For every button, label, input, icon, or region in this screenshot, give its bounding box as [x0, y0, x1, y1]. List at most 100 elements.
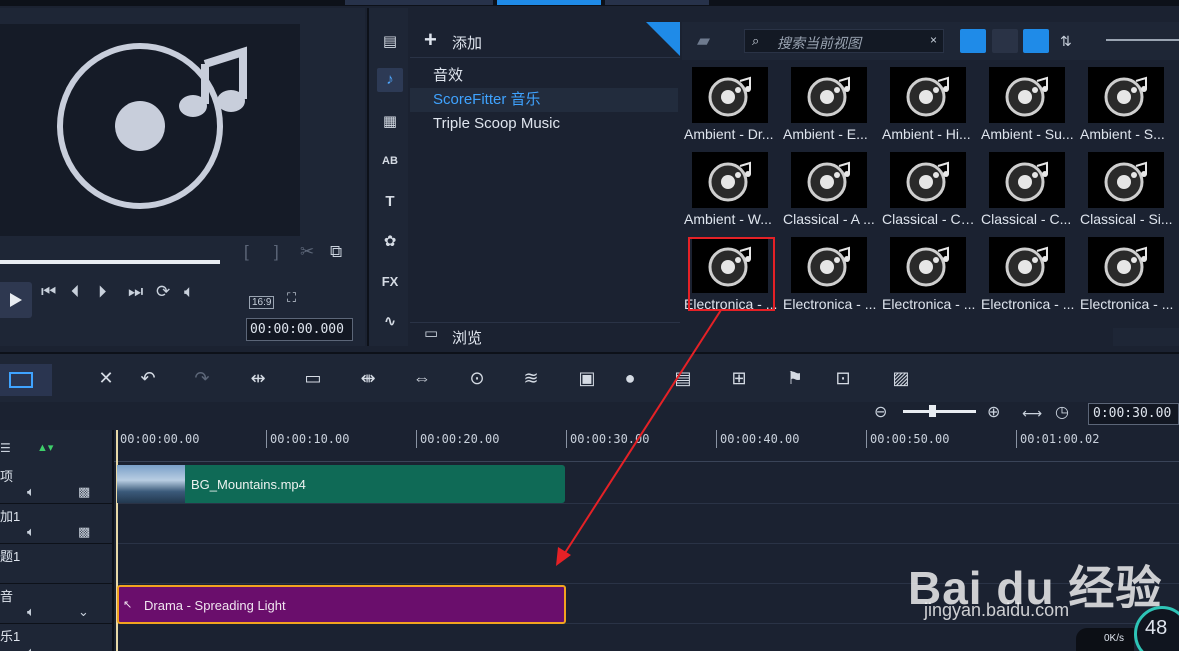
- track-volume-icon[interactable]: 🔈︎: [27, 642, 35, 651]
- library-tile[interactable]: Electronica - ...: [880, 230, 979, 315]
- track-manager-icon[interactable]: ▭: [300, 366, 326, 390]
- lane-music[interactable]: [116, 624, 1179, 651]
- fit-project-icon[interactable]: ⟷: [1022, 403, 1042, 423]
- category-triple-scoop[interactable]: Triple Scoop Music: [410, 112, 678, 136]
- tile-name: Ambient - Hi...: [882, 126, 971, 142]
- audio-clip[interactable]: ↖ Drama - Spreading Light: [117, 585, 566, 624]
- library-tile[interactable]: Classical - A ...: [781, 145, 880, 230]
- tools-icon[interactable]: ✕: [94, 366, 118, 390]
- go-start-icon[interactable]: ⏮: [41, 282, 56, 302]
- library-tile[interactable]: Classical - Si...: [1078, 145, 1177, 230]
- snapshot-icon[interactable]: ⧉: [330, 242, 342, 262]
- selection-highlight: [688, 237, 775, 311]
- play-button[interactable]: [0, 282, 32, 318]
- mark-out-icon[interactable]: ]: [274, 242, 279, 262]
- search-icon[interactable]: ⌕: [752, 31, 759, 51]
- track-mosaic-icon[interactable]: ▩: [78, 482, 90, 502]
- multicam-icon[interactable]: ⊞: [726, 366, 752, 390]
- top-tab-3[interactable]: [605, 0, 709, 5]
- pin-icon[interactable]: [646, 22, 680, 56]
- timeline-view-toggle[interactable]: [0, 364, 52, 396]
- zoom-in-icon[interactable]: ⊕: [987, 403, 1000, 423]
- record-icon[interactable]: ⊙: [464, 366, 490, 390]
- view-grid-icon[interactable]: [1023, 29, 1049, 53]
- library-tile[interactable]: Classical - Ca...: [880, 145, 979, 230]
- audio-thumbnail: [890, 237, 966, 293]
- track-options-icon[interactable]: ☰: [0, 438, 11, 458]
- path-icon[interactable]: ∿: [377, 310, 403, 334]
- audio-mixer-icon[interactable]: ≋: [518, 366, 544, 390]
- category-sound-effects[interactable]: 音效: [410, 64, 678, 88]
- library-tile[interactable]: Ambient - E...: [781, 60, 880, 145]
- track-headers: ☰ ▲▾ 项 🔈︎ ▩ 加1 🔈︎ ▩ 题1 音 🔈︎ ⌄ 乐1 🔈︎: [0, 430, 114, 651]
- step-forward-icon[interactable]: ⏵: [98, 282, 107, 302]
- top-tab-1[interactable]: [345, 0, 493, 5]
- go-end-icon[interactable]: ⏭: [128, 282, 143, 302]
- mask-icon[interactable]: ●: [616, 366, 644, 390]
- top-tab-2[interactable]: [497, 0, 601, 5]
- view-list-icon[interactable]: [992, 29, 1018, 53]
- tile-name: Classical - Ca...: [882, 211, 978, 227]
- library-tile[interactable]: Ambient - S...: [1078, 60, 1177, 145]
- lane-overlay[interactable]: [116, 504, 1179, 544]
- track-volume-icon[interactable]: 🔈︎: [27, 602, 35, 622]
- graphics-icon[interactable]: ✿: [377, 230, 403, 254]
- track-volume-icon[interactable]: 🔈︎: [27, 482, 35, 502]
- panel-switcher[interactable]: [1113, 328, 1179, 346]
- category-scorefitter[interactable]: ScoreFitter 音乐: [410, 88, 678, 112]
- scissors-icon[interactable]: ✂: [300, 242, 314, 262]
- speed-icon[interactable]: ⚑: [782, 366, 808, 390]
- audio-disc-icon: [906, 246, 949, 287]
- transition-icon[interactable]: AB: [377, 149, 403, 173]
- auto-music-icon[interactable]: ⊡: [830, 366, 856, 390]
- library-tile[interactable]: Ambient - Su...: [979, 60, 1078, 145]
- title-icon[interactable]: T: [377, 190, 403, 214]
- video-clip[interactable]: BG_Mountains.mp4: [117, 465, 565, 503]
- preview-timecode[interactable]: 00:00:00.000: [246, 318, 353, 341]
- project-duration[interactable]: 0:00:30.00: [1088, 403, 1179, 425]
- thumb-size-slider[interactable]: [1106, 39, 1179, 41]
- subtitle-icon[interactable]: ▤: [670, 366, 696, 390]
- crop-select-icon[interactable]: ⛶: [287, 288, 296, 308]
- library-tile[interactable]: Ambient - Hi...: [880, 60, 979, 145]
- audio-thumbnail: [791, 152, 867, 208]
- fit-icon[interactable]: ⇹: [244, 366, 272, 390]
- split-icon[interactable]: ⇼: [354, 366, 382, 390]
- library-tile[interactable]: Ambient - W...: [682, 145, 781, 230]
- track-volume-icon[interactable]: 🔈︎: [27, 522, 35, 542]
- zoom-slider[interactable]: [903, 410, 976, 413]
- track-mosaic-icon[interactable]: ▩: [78, 522, 90, 542]
- audio-library-icon[interactable]: ♪: [377, 68, 403, 92]
- media-icon[interactable]: ▤: [377, 30, 403, 54]
- track-expand-icon[interactable]: ⌄: [78, 602, 89, 622]
- library-tile[interactable]: Electronica - ...: [1078, 230, 1177, 315]
- search-input[interactable]: 搜索当前视图: [744, 29, 944, 53]
- undo-icon[interactable]: ↶: [136, 366, 160, 390]
- ripple-icon[interactable]: ⇔: [408, 366, 436, 390]
- ruler-tick: 00:00:20.00: [416, 430, 499, 448]
- browse-row[interactable]: ▭ 浏览: [410, 322, 680, 347]
- repeat-icon[interactable]: ⟳: [156, 282, 170, 302]
- redo-icon[interactable]: ↷: [190, 366, 214, 390]
- sort-icon[interactable]: ⇅: [1060, 31, 1072, 51]
- library-tile[interactable]: Ambient - Dr...: [682, 60, 781, 145]
- add-category-row[interactable]: + 添加: [410, 22, 680, 58]
- edit-icon[interactable]: ▨: [888, 366, 914, 390]
- zoom-out-icon[interactable]: ⊖: [874, 403, 887, 423]
- mark-in-icon[interactable]: [: [244, 242, 249, 262]
- audio-thumbnail: [791, 237, 867, 293]
- volume-icon[interactable]: 🔈︎: [184, 282, 194, 302]
- preview-scrubber[interactable]: [0, 260, 220, 264]
- library-tile[interactable]: Electronica - ...: [781, 230, 880, 315]
- instant-project-icon[interactable]: ▦: [377, 110, 403, 134]
- motion-track-icon[interactable]: ▣: [574, 366, 600, 390]
- library-tile[interactable]: Electronica - ...: [979, 230, 1078, 315]
- library-tile[interactable]: Classical - C...: [979, 145, 1078, 230]
- fx-icon[interactable]: FX: [377, 270, 403, 294]
- add-track-icon[interactable]: ▲▾: [37, 438, 53, 458]
- zoom-slider-handle[interactable]: [929, 405, 936, 417]
- folder-icon[interactable]: ▰: [697, 31, 710, 51]
- view-large-icon[interactable]: [960, 29, 986, 53]
- step-back-icon[interactable]: ⏴: [71, 282, 80, 302]
- aspect-ratio-select[interactable]: 16:9: [249, 296, 275, 309]
